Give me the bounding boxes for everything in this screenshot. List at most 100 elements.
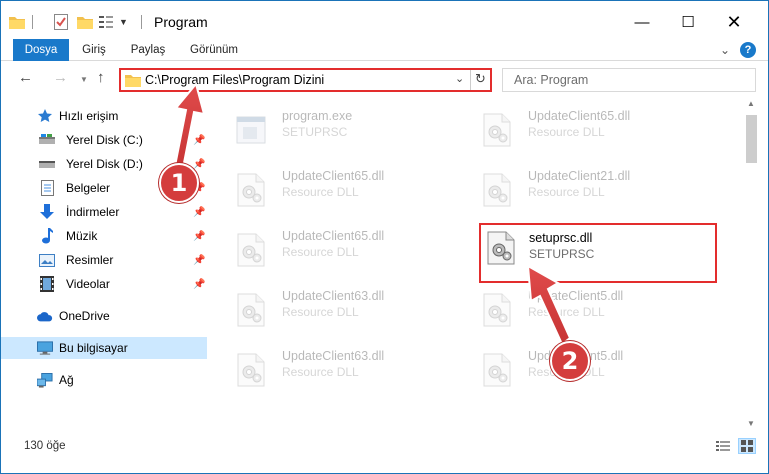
scrollbar-thumb[interactable] <box>746 115 757 163</box>
tab-share[interactable]: Paylaş <box>129 39 167 61</box>
chevron-down-icon[interactable]: ▼ <box>119 13 128 31</box>
sidebar-item-network[interactable]: Ağ <box>1 369 207 391</box>
minimize-button[interactable]: — <box>619 9 665 35</box>
sidebar-item-label: Resimler <box>66 253 114 267</box>
sidebar-item-label: Bu bilgisayar <box>59 341 128 355</box>
file-tile[interactable]: program.exe SETUPRSC <box>225 105 455 153</box>
file-tile[interactable]: UpdateClient21.dll Resource DLL <box>471 165 701 213</box>
properties-check-icon[interactable] <box>54 13 68 31</box>
address-separator <box>470 70 471 90</box>
dll-file-icon <box>235 173 267 207</box>
explorer-window: ▼ Program — ☐ ✕ Dosya Giriş Paylaş Görün… <box>0 0 769 474</box>
cloud-icon <box>37 308 53 324</box>
customize-toolbar-icon[interactable] <box>99 13 113 31</box>
help-icon[interactable]: ? <box>740 42 756 58</box>
pin-icon[interactable]: 📌 <box>193 231 205 242</box>
sidebar-item-label: Videolar <box>66 277 110 291</box>
address-path[interactable]: C:\Program Files\Program Dizini <box>145 73 324 87</box>
dll-file-icon <box>235 293 267 327</box>
sidebar-item-label: Hızlı erişim <box>59 109 119 123</box>
chevron-down-icon[interactable]: ⌄ <box>455 72 464 85</box>
file-tile-highlighted[interactable]: setuprsc.dll SETUPRSC <box>479 223 717 283</box>
dll-file-icon <box>481 173 513 207</box>
file-list: program.exe SETUPRSC UpdateClient65.dll … <box>213 97 743 433</box>
forward-arrow-icon[interactable]: → <box>53 69 68 86</box>
sidebar-item-music[interactable]: Müzik 📌 <box>1 225 207 247</box>
file-description: SETUPRSC <box>282 125 348 139</box>
file-tile[interactable]: UpdateClient65.dll Resource DLL <box>225 165 455 213</box>
star-icon <box>37 108 53 124</box>
tiles-view-icon[interactable] <box>738 438 756 454</box>
tab-file[interactable]: Dosya <box>13 39 69 61</box>
sidebar-item-label: Müzik <box>66 229 98 243</box>
dll-file-icon <box>485 231 517 265</box>
file-name: UpdateClient65.dll <box>282 229 385 243</box>
dll-file-icon <box>235 353 267 387</box>
back-arrow-icon[interactable]: ← <box>18 69 33 86</box>
up-arrow-icon[interactable]: ↑ <box>97 69 105 86</box>
pin-icon[interactable]: 📌 <box>193 279 205 290</box>
sidebar-item-label: OneDrive <box>59 309 110 323</box>
close-button[interactable]: ✕ <box>711 9 757 35</box>
item-count: 130 öğe <box>24 440 66 452</box>
new-folder-icon[interactable] <box>77 13 93 31</box>
recent-locations-icon[interactable]: ▼ <box>80 75 88 84</box>
sidebar-item-pictures[interactable]: Resimler 📌 <box>1 249 207 271</box>
scroll-down-icon[interactable]: ▼ <box>747 419 755 428</box>
file-tile[interactable]: UpdateClient65.dll Resource DLL <box>225 225 455 273</box>
pin-icon[interactable]: 📌 <box>193 135 205 146</box>
expand-ribbon-icon[interactable]: ⌄ <box>720 43 730 57</box>
video-icon <box>39 276 55 292</box>
sidebar-item-label: Yerel Disk (D:) <box>66 157 143 171</box>
title-bar: ▼ Program — ☐ ✕ <box>1 1 768 39</box>
toolbar-separator <box>32 15 33 29</box>
annotation-step-1: 1 <box>159 163 199 203</box>
disk-icon <box>39 132 55 148</box>
file-name: setuprsc.dll <box>529 231 593 245</box>
scroll-up-icon[interactable]: ▲ <box>747 99 755 108</box>
window-title: Program <box>154 14 208 30</box>
download-icon <box>39 204 55 220</box>
address-bar[interactable]: C:\Program Files\Program Dizini ⌄ ↻ <box>119 68 492 92</box>
sidebar-item-label: Ağ <box>59 373 74 387</box>
file-name: UpdateClient65.dll <box>282 169 385 183</box>
network-icon <box>37 372 53 388</box>
folder-icon[interactable] <box>9 13 25 31</box>
file-name: program.exe <box>282 109 353 123</box>
search-input[interactable]: Ara: Program <box>502 68 756 92</box>
sidebar-item-downloads[interactable]: İndirmeler 📌 <box>1 201 207 223</box>
vertical-scrollbar[interactable]: ▲ ▼ <box>743 97 760 433</box>
pictures-icon <box>39 252 55 268</box>
file-name: UpdateClient65.dll <box>528 109 631 123</box>
file-name: UpdateClient63.dll <box>282 289 385 303</box>
tab-home[interactable]: Giriş <box>79 39 109 61</box>
sidebar-item-disk-c[interactable]: Yerel Disk (C:) 📌 <box>1 129 207 151</box>
file-description: Resource DLL <box>528 305 605 319</box>
details-view-icon[interactable] <box>714 438 732 454</box>
pin-icon[interactable]: 📌 <box>193 255 205 266</box>
file-tile[interactable]: UpdateClient65.dll Resource DLL <box>471 105 701 153</box>
sidebar-item-videos[interactable]: Videolar 📌 <box>1 273 207 295</box>
file-description: Resource DLL <box>282 245 359 259</box>
navigation-pane: Hızlı erişim Yerel Disk (C:) 📌 Yerel Dis… <box>1 97 213 433</box>
file-tile[interactable]: UpdateClient63.dll Resource DLL <box>225 285 455 333</box>
status-bar: 130 öğe <box>1 435 768 473</box>
sidebar-item-quick-access[interactable]: Hızlı erişim <box>1 105 207 127</box>
maximize-button[interactable]: ☐ <box>665 9 711 35</box>
pin-icon[interactable]: 📌 <box>193 159 205 170</box>
file-description: Resource DLL <box>282 305 359 319</box>
toolbar-separator <box>141 15 142 29</box>
refresh-icon[interactable]: ↻ <box>475 71 486 87</box>
folder-icon <box>125 73 141 90</box>
sidebar-item-onedrive[interactable]: OneDrive <box>1 305 207 327</box>
sidebar-item-this-pc[interactable]: Bu bilgisayar <box>1 337 207 359</box>
file-name: UpdateClient5.dll <box>528 289 624 303</box>
file-description: Resource DLL <box>528 125 605 139</box>
exe-file-icon <box>235 113 267 147</box>
file-tile[interactable]: UpdateClient63.dll Resource DLL <box>225 345 455 393</box>
dll-file-icon <box>235 233 267 267</box>
tab-view[interactable]: Görünüm <box>186 39 242 61</box>
file-tile[interactable]: UpdateClient5.dll Resource DLL <box>471 285 701 333</box>
pin-icon[interactable]: 📌 <box>193 207 205 218</box>
dll-file-icon <box>481 113 513 147</box>
